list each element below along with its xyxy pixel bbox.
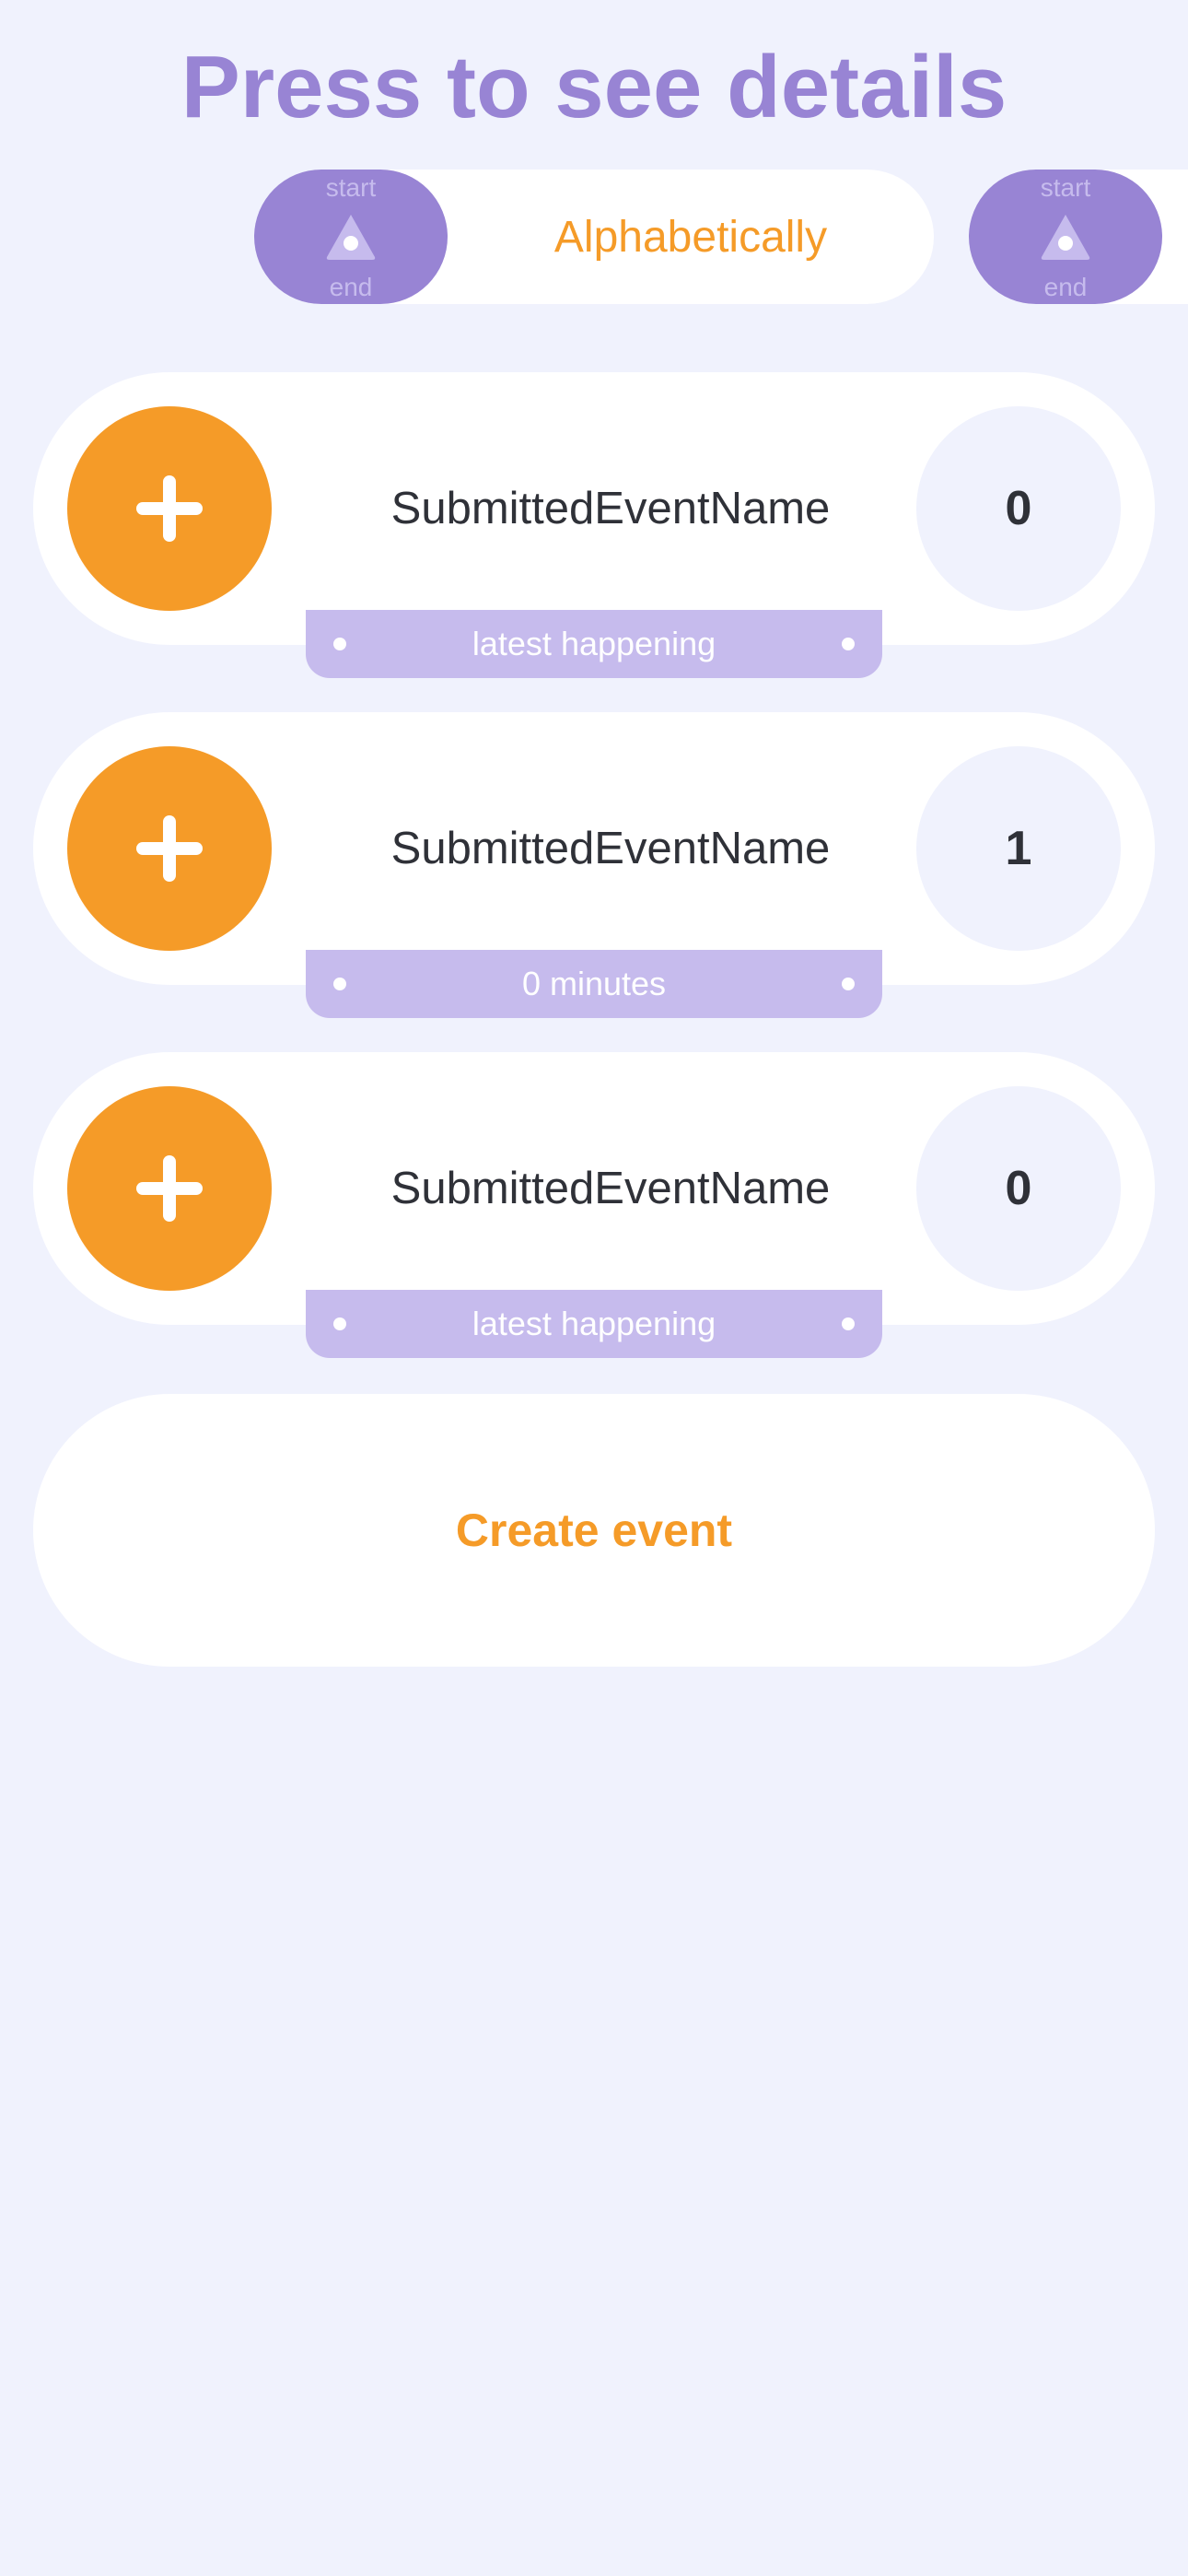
add-occurrence-button[interactable] <box>67 406 272 611</box>
direction-end-label: end <box>1043 273 1088 301</box>
event-count: 1 <box>916 746 1121 951</box>
latest-happening-label: latest happening <box>472 625 716 662</box>
event-name: SubmittedEventName <box>390 1164 831 1213</box>
sort-direction-toggle[interactable]: start end <box>254 170 448 304</box>
event-name: SubmittedEventName <box>390 484 831 533</box>
dot-icon <box>842 1317 855 1330</box>
triangle-direction-icon <box>326 215 376 260</box>
triangle-direction-icon <box>1041 215 1090 260</box>
plus-icon <box>136 815 203 882</box>
add-occurrence-button[interactable] <box>67 1086 272 1291</box>
sort-mode-button[interactable]: Alphabetically <box>448 170 934 304</box>
direction-start-label: start <box>325 173 377 202</box>
event-count: 0 <box>916 1086 1121 1291</box>
dot-icon <box>842 978 855 990</box>
create-event-button[interactable]: Create event <box>33 1394 1155 1667</box>
event-count: 0 <box>916 406 1121 611</box>
latest-happening-badge: latest happening <box>306 610 882 678</box>
event-card[interactable]: SubmittedEventName 0 <box>33 372 1155 645</box>
latest-happening-label: latest happening <box>472 1305 716 1342</box>
latest-happening-label: 0 minutes <box>521 965 667 1002</box>
dot-icon <box>842 638 855 650</box>
plus-icon <box>136 475 203 542</box>
plus-icon <box>136 1155 203 1222</box>
latest-happening-badge: 0 minutes <box>306 950 882 1018</box>
direction-start-label: start <box>1040 173 1091 202</box>
secondary-direction-toggle[interactable]: start end <box>969 170 1162 304</box>
event-card[interactable]: SubmittedEventName 0 <box>33 1052 1155 1325</box>
page-title: Press to see details <box>181 38 1007 136</box>
add-occurrence-button[interactable] <box>67 746 272 951</box>
direction-end-label: end <box>329 273 373 301</box>
latest-happening-badge: latest happening <box>306 1290 882 1358</box>
event-name: SubmittedEventName <box>390 824 831 873</box>
event-card[interactable]: SubmittedEventName 1 <box>33 712 1155 985</box>
